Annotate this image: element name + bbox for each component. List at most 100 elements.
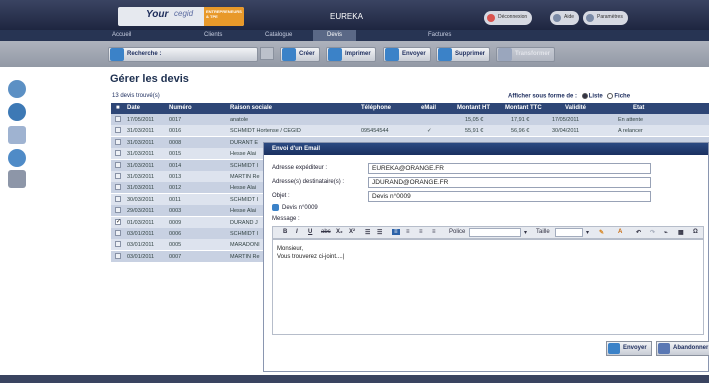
print-button[interactable]: Imprimer (326, 47, 376, 62)
row-checkbox[interactable] (115, 173, 121, 179)
undo-icon[interactable]: ↶ (636, 229, 641, 236)
list-radio[interactable] (581, 93, 588, 99)
send-button[interactable]: Envoyer (383, 47, 431, 62)
row-checkbox[interactable] (115, 252, 121, 259)
table-header: ■ Date Numéro Raison sociale Téléphone e… (111, 103, 709, 114)
user-icon[interactable] (8, 149, 26, 167)
search-button[interactable]: Recherche : (108, 47, 258, 62)
document-icon[interactable] (8, 126, 26, 144)
attachment-link[interactable]: Devis n°0009 (272, 204, 318, 211)
col-montant-ht[interactable]: Montant HT (457, 105, 490, 111)
cell-date: 31/03/2011 (127, 185, 155, 192)
justify-button[interactable]: ≡ (432, 229, 436, 235)
to-field[interactable]: JDURAND@ORANGE.FR (368, 177, 651, 188)
transform-icon (498, 48, 512, 61)
select-all-checkbox[interactable]: ■ (116, 105, 120, 111)
size-label: Taille (536, 229, 550, 235)
table-row[interactable]: 31/03/2011 0016 SCHMIDT Hortense / CEGID 09… (111, 125, 709, 137)
create-button[interactable]: Créer (280, 47, 320, 62)
cell-ttc: 56,96 € (511, 128, 530, 135)
tab-catalogue[interactable]: Catalogue (265, 32, 292, 38)
row-checkbox[interactable] (115, 127, 121, 134)
tab-factures[interactable]: Factures (428, 32, 451, 38)
col-validite[interactable]: Validité (565, 105, 586, 111)
logout-button[interactable]: Déconnexion (484, 11, 533, 25)
tab-accueil[interactable]: Accueil (112, 32, 131, 38)
align-center-button[interactable]: ≡ (406, 229, 410, 235)
delete-icon (438, 48, 452, 61)
underline-button[interactable]: U (308, 229, 312, 235)
col-numero[interactable]: Numéro (169, 105, 192, 111)
cell-num: 0012 (169, 185, 182, 192)
subject-field[interactable]: Devis n°0009 (368, 191, 651, 202)
row-checkbox[interactable] (115, 116, 121, 122)
settings-button[interactable]: Paramètres (583, 11, 628, 25)
tab-devis[interactable]: Devis (313, 30, 357, 41)
strike-button[interactable]: abc (321, 229, 331, 235)
font-label: Police (449, 229, 466, 235)
delete-button[interactable]: Supprimer (436, 47, 491, 62)
cell-date: 31/03/2011 (127, 174, 155, 180)
font-select[interactable] (469, 228, 521, 237)
cell-date: 30/03/2011 (127, 196, 155, 203)
cell-num: 0003 (169, 208, 182, 215)
help-button[interactable]: Aide (550, 11, 580, 25)
row-checkbox[interactable] (115, 150, 121, 157)
cell-ht: 15,05 € (465, 117, 484, 123)
cell-name: SCHMIDT I (230, 162, 259, 169)
chevron-down-icon[interactable]: ▾ (524, 229, 527, 236)
redo-icon[interactable]: ↷ (650, 229, 655, 236)
globe-icon[interactable] (8, 103, 26, 121)
italic-button[interactable]: I (296, 229, 298, 235)
dialog-send-button[interactable]: Envoyer (606, 341, 652, 356)
bullet-list-icon[interactable]: ☰ (377, 229, 382, 236)
row-checkbox[interactable] (115, 138, 121, 145)
cell-date: 03/01/2011 (127, 231, 155, 237)
search-go-button[interactable] (260, 47, 274, 60)
trash-icon[interactable] (8, 170, 26, 188)
align-right-button[interactable]: ≡ (419, 229, 423, 235)
search-side-icon[interactable] (8, 80, 26, 98)
image-icon[interactable]: ▦ (678, 229, 684, 236)
col-montant-ttc[interactable]: Montant TTC (505, 105, 542, 111)
tab-clients[interactable]: Clients (204, 32, 222, 38)
from-field[interactable]: EUREKA@ORANGE.FR (368, 163, 651, 174)
omega-icon[interactable]: Ω (693, 229, 698, 235)
cell-num: 0009 (169, 219, 182, 226)
row-checkbox[interactable]: ✓ (115, 218, 121, 225)
subscript-button[interactable]: X₂ (336, 229, 343, 235)
dialog-cancel-button[interactable]: Abandonner (656, 341, 709, 356)
cell-num: 0015 (169, 151, 182, 158)
row-checkbox[interactable] (115, 195, 121, 202)
col-email[interactable]: eMail (421, 105, 436, 111)
highlight-icon[interactable]: ✎ (599, 229, 604, 236)
cell-num: 0007 (169, 253, 182, 260)
row-checkbox[interactable] (115, 161, 121, 168)
numbered-list-icon[interactable]: ☰ (365, 229, 370, 236)
dialog-title: Envoi d'un Email (264, 143, 708, 155)
col-telephone[interactable]: Téléphone (361, 105, 391, 111)
col-raison-sociale[interactable]: Raison sociale (230, 105, 272, 111)
align-left-button[interactable]: ≡ (392, 229, 400, 235)
from-label: Adresse expéditeur : (272, 165, 328, 171)
chevron-down-icon[interactable]: ▾ (586, 229, 589, 236)
row-checkbox[interactable] (115, 241, 121, 248)
superscript-button[interactable]: X² (349, 229, 355, 235)
cell-num: 0017 (169, 117, 182, 123)
top-bar: Your cegid ENTREPRENEURS & TPE EUREKA Dé… (0, 0, 709, 30)
col-etat[interactable]: Etat (633, 105, 644, 111)
link-icon[interactable]: ⌁ (664, 229, 668, 236)
row-checkbox[interactable] (115, 207, 121, 214)
size-select[interactable] (555, 228, 583, 237)
to-label: Adresse(s) destinataire(s) : (272, 179, 345, 185)
bold-button[interactable]: B (283, 229, 287, 235)
display-mode: Afficher sous forme de : Liste Fiche (508, 93, 631, 100)
col-date[interactable]: Date (127, 105, 140, 111)
message-body[interactable]: Monsieur, Vous trouverez ci-joint....| (272, 239, 704, 335)
row-checkbox[interactable] (115, 230, 121, 236)
row-checkbox[interactable] (115, 184, 121, 191)
card-radio[interactable] (607, 93, 614, 99)
cell-name: DURANT E (230, 139, 259, 146)
table-row[interactable]: 17/05/2011 0017 anatole 15,05 € 17,91 € 17/05… (111, 114, 709, 125)
font-color-icon[interactable]: A (618, 229, 622, 235)
